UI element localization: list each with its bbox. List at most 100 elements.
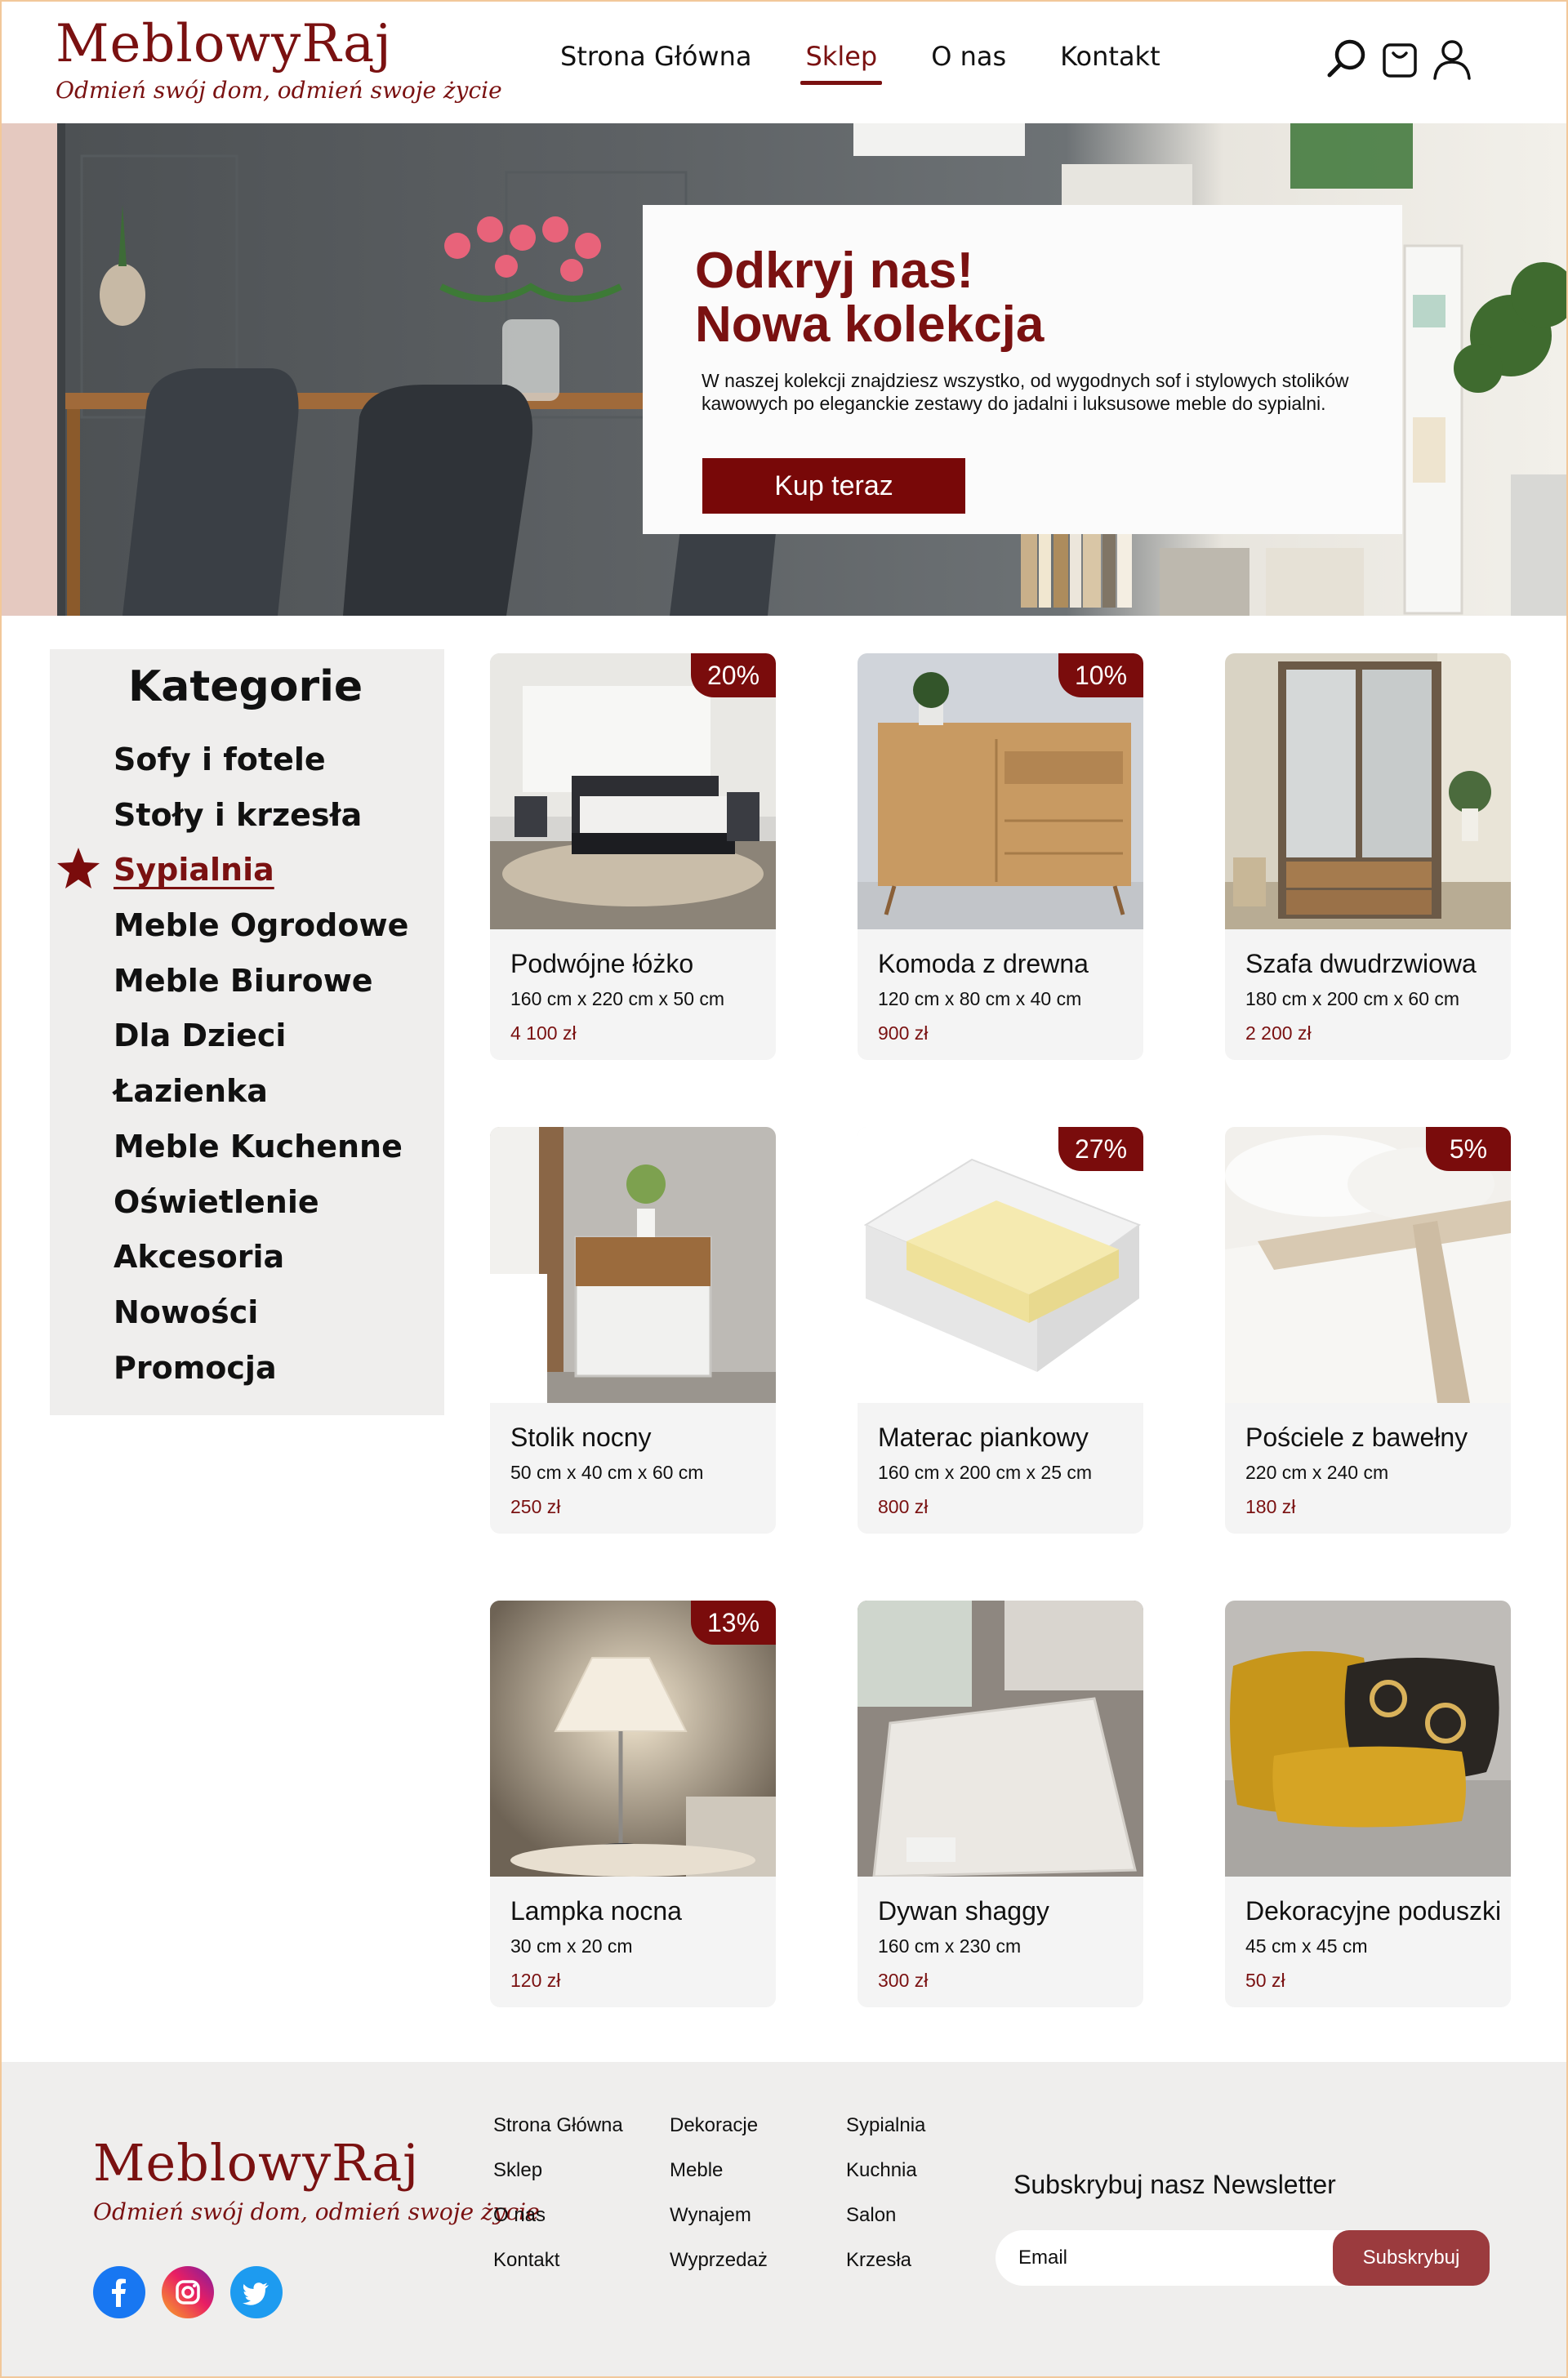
site-header: MeblowyRaj Odmień swój dom, odmień swoje… — [0, 0, 1568, 123]
discount-badge: 20% — [691, 653, 776, 697]
logo-tagline: Odmień swój dom, odmień swoje życie — [56, 77, 502, 104]
category-lighting[interactable]: Oświetlenie — [114, 1180, 408, 1236]
product-price: 4 100 zł — [510, 1022, 577, 1044]
category-bedroom[interactable]: Sypialnia — [114, 848, 408, 903]
footer-column-3: Sypialnia Kuchnia Salon Krzesła — [846, 2114, 925, 2294]
product-name: Stolik nocny — [510, 1423, 652, 1452]
product-name: Materac piankowy — [878, 1423, 1089, 1452]
category-list: Sofy i fotele Stoły i krzesła Sypialnia … — [114, 737, 408, 1401]
product-name: Pościele z bawełny — [1245, 1423, 1468, 1452]
footer-logo-tagline: Odmień swój dom, odmień swoje życie — [93, 2198, 540, 2225]
newsletter-title: Subskrybuj nasz Newsletter — [1013, 2170, 1336, 2199]
subscribe-button[interactable]: Subskrybuj — [1333, 2230, 1490, 2286]
product-card-nightstand[interactable]: Stolik nocny 50 cm x 40 cm x 60 cm 250 z… — [490, 1127, 776, 1534]
facebook-icon[interactable] — [93, 2266, 145, 2318]
hero-description: W naszej kolekcji znajdziesz wszystko, o… — [702, 369, 1349, 414]
category-garden[interactable]: Meble Ogrodowe — [114, 903, 408, 959]
social-links — [93, 2266, 283, 2318]
product-name: Dywan shaggy — [878, 1896, 1049, 1926]
discount-badge: 5% — [1426, 1127, 1511, 1171]
product-price: 2 200 zł — [1245, 1022, 1312, 1044]
hero-card: Odkryj nas! Nowa kolekcja W naszej kolek… — [643, 205, 1402, 534]
product-dimensions: 50 cm x 40 cm x 60 cm — [510, 1462, 704, 1483]
hero-banner: Odkryj nas! Nowa kolekcja W naszej kolek… — [0, 123, 1568, 616]
footer-link[interactable]: Sypialnia — [846, 2114, 925, 2137]
hero-title: Odkryj nas! Nowa kolekcja — [695, 243, 1350, 353]
category-accessories[interactable]: Akcesoria — [114, 1235, 408, 1290]
footer-link[interactable]: Salon — [846, 2204, 925, 2227]
category-office[interactable]: Meble Biurowe — [114, 959, 408, 1014]
product-price: 120 zł — [510, 1970, 561, 1991]
discount-badge: 10% — [1058, 653, 1143, 697]
product-price: 50 zł — [1245, 1970, 1285, 1991]
instagram-icon[interactable] — [162, 2266, 214, 2318]
nav-shop[interactable]: Sklep — [800, 41, 882, 85]
main-nav: Strona Główna Sklep O nas Kontakt — [560, 41, 1160, 85]
product-card-wood-dresser[interactable]: 10% Komoda z drewna 120 cm x 80 cm x 40 … — [858, 653, 1143, 1060]
footer-link[interactable]: Kontakt — [493, 2249, 623, 2272]
product-image — [1225, 1601, 1511, 1877]
footer-logo[interactable]: MeblowyRaj Odmień swój dom, odmień swoje… — [93, 2133, 540, 2226]
product-price: 800 zł — [878, 1496, 929, 1517]
nav-home[interactable]: Strona Główna — [560, 41, 751, 78]
category-kitchen[interactable]: Meble Kuchenne — [114, 1124, 408, 1180]
product-dimensions: 180 cm x 200 cm x 60 cm — [1245, 988, 1460, 1009]
category-kids[interactable]: Dla Dzieci — [114, 1013, 408, 1069]
twitter-icon[interactable] — [230, 2266, 283, 2318]
product-card-shaggy-rug[interactable]: Dywan shaggy 160 cm x 230 cm 300 zł — [858, 1601, 1143, 2007]
product-dimensions: 220 cm x 240 cm — [1245, 1462, 1389, 1483]
discount-badge: 27% — [1058, 1127, 1143, 1171]
category-sofas[interactable]: Sofy i fotele — [114, 737, 408, 793]
category-sidebar: Kategorie Sofy i fotele Stoły i krzesła … — [50, 649, 444, 1415]
footer-link[interactable]: Strona Główna — [493, 2114, 623, 2137]
footer-link[interactable]: Kuchnia — [846, 2159, 925, 2182]
product-price: 900 zł — [878, 1022, 929, 1044]
product-image — [1225, 653, 1511, 929]
footer-link[interactable]: Dekoracje — [670, 2114, 768, 2137]
product-name: Komoda z drewna — [878, 949, 1089, 978]
buy-now-button[interactable]: Kup teraz — [702, 458, 965, 514]
category-tables-chairs[interactable]: Stoły i krzesła — [114, 793, 408, 848]
nav-contact[interactable]: Kontakt — [1060, 41, 1160, 78]
header-icons — [1325, 36, 1475, 82]
product-dimensions: 160 cm x 200 cm x 25 cm — [878, 1462, 1093, 1483]
star-icon — [57, 848, 100, 888]
logo-name: MeblowyRaj — [56, 14, 392, 74]
footer-link[interactable]: Meble — [670, 2159, 768, 2182]
product-name: Lampka nocna — [510, 1896, 682, 1926]
sidebar-title: Kategorie — [128, 662, 363, 711]
product-image — [858, 1601, 1143, 1877]
product-name: Szafa dwudrzwiowa — [1245, 949, 1477, 978]
product-card-foam-mattress[interactable]: 27% Materac piankowy 160 cm x 200 cm x 2… — [858, 1127, 1143, 1534]
category-promo[interactable]: Promocja — [114, 1346, 408, 1401]
product-image — [490, 1127, 776, 1403]
product-card-cotton-bedding[interactable]: 5% Pościele z bawełny 220 cm x 240 cm 18… — [1225, 1127, 1511, 1534]
product-dimensions: 45 cm x 45 cm — [1245, 1935, 1368, 1957]
product-card-double-bed[interactable]: 20% Podwójne łóżko 160 cm x 220 cm x 50 … — [490, 653, 776, 1060]
footer-link[interactable]: O nas — [493, 2204, 623, 2227]
product-card-night-lamp[interactable]: 13% Lampka nocna 30 cm x 20 cm 120 zł — [490, 1601, 776, 2007]
footer-column-2: Dekoracje Meble Wynajem Wyprzedaż — [670, 2114, 768, 2294]
footer-link[interactable]: Sklep — [493, 2159, 623, 2182]
footer-column-1: Strona Główna Sklep O nas Kontakt — [493, 2114, 623, 2294]
product-price: 300 zł — [878, 1970, 929, 1991]
category-new[interactable]: Nowości — [114, 1290, 408, 1346]
product-name: Podwójne łóżko — [510, 949, 694, 978]
product-card-decor-pillows[interactable]: Dekoracyjne poduszki 45 cm x 45 cm 50 zł — [1225, 1601, 1511, 2007]
user-icon[interactable] — [1429, 36, 1475, 82]
product-card-wardrobe[interactable]: Szafa dwudrzwiowa 180 cm x 200 cm x 60 c… — [1225, 653, 1511, 1060]
nav-about[interactable]: O nas — [931, 41, 1006, 78]
footer-logo-name: MeblowyRaj — [93, 2133, 420, 2193]
site-footer: MeblowyRaj Odmień swój dom, odmień swoje… — [0, 2062, 1568, 2378]
product-price: 180 zł — [1245, 1496, 1296, 1517]
footer-link[interactable]: Wyprzedaż — [670, 2249, 768, 2272]
category-bathroom[interactable]: Łazienka — [114, 1069, 408, 1124]
hero-title-line1: Odkryj nas! — [695, 243, 974, 299]
product-dimensions: 30 cm x 20 cm — [510, 1935, 633, 1957]
search-icon[interactable] — [1325, 36, 1370, 82]
footer-link[interactable]: Krzesła — [846, 2249, 925, 2272]
cart-icon[interactable] — [1377, 36, 1423, 82]
logo[interactable]: MeblowyRaj Odmień swój dom, odmień swoje… — [56, 18, 502, 104]
footer-link[interactable]: Wynajem — [670, 2204, 768, 2227]
product-dimensions: 160 cm x 220 cm x 50 cm — [510, 988, 725, 1009]
